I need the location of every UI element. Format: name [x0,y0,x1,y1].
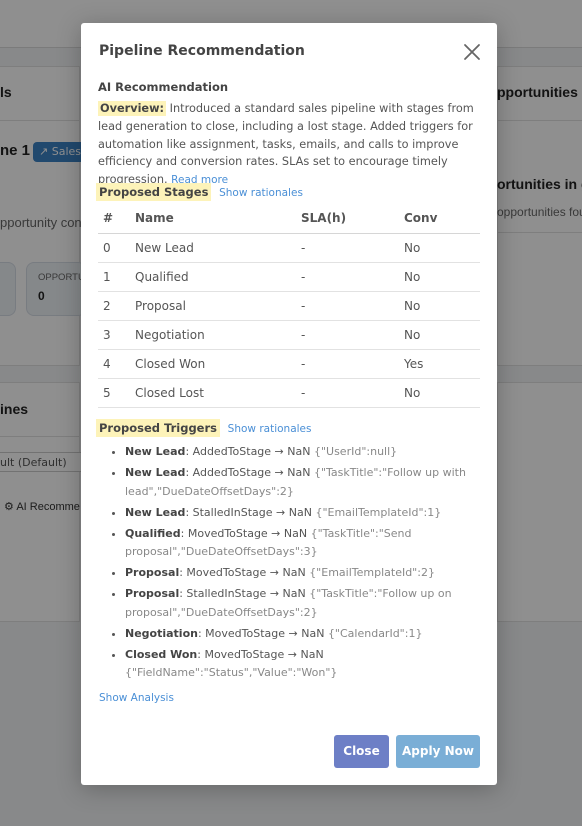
close-icon[interactable] [462,42,482,62]
stage-num: 4 [98,349,130,379]
stage-conv: Yes [399,349,480,379]
stage-sla: - [296,233,399,263]
stage-sla: - [296,291,399,321]
trigger-config: {"UserId":null} [313,445,398,458]
stage-sla: - [296,320,399,350]
proposed-triggers-label: Proposed Triggers [96,419,220,437]
dialog-title: Pipeline Recommendation [99,43,305,59]
list-item: New Lead: AddedToStage → NaN {"UserId":n… [125,443,480,462]
col-header-conv: Conv [399,204,480,234]
stage-name: Closed Won [130,349,296,379]
stage-conv: No [399,320,480,350]
show-rationales-stages-link[interactable]: Show rationales [219,187,303,199]
table-row: 3 Negotiation - No [98,320,480,350]
close-button[interactable]: Close [334,735,389,768]
stage-name: Qualified [130,262,296,292]
stage-conv: No [399,291,480,321]
trigger-stage: Negotiation [125,626,198,640]
show-rationales-triggers-link[interactable]: Show rationales [228,423,312,435]
apply-now-button[interactable]: Apply Now [396,735,480,768]
col-header-num: # [98,204,130,234]
trigger-config: {"EmailTemplateId":2} [309,566,435,579]
pipeline-recommendation-dialog: Pipeline Recommendation AI Recommendatio… [81,23,497,785]
stage-conv: No [399,233,480,263]
trigger-event: MovedToStage → NaN [204,647,324,661]
table-row: 2 Proposal - No [98,291,480,321]
trigger-stage: New Lead [125,445,186,458]
trigger-config: {"CalendarId":1} [327,626,423,640]
trigger-event: AddedToStage → NaN [192,466,311,479]
stage-sla: - [296,349,399,379]
stage-sla: - [296,378,399,408]
stage-conv: No [399,262,480,292]
table-row: 1 Qualified - No [98,262,480,292]
stage-name: New Lead [130,233,296,263]
triggers-list: New Lead: AddedToStage → NaN {"UserId":n… [125,443,480,685]
stage-num: 3 [98,320,130,350]
table-header-row: # Name SLA(h) Conv [98,204,480,234]
trigger-event: MovedToStage → NaN [186,566,306,579]
table-row: 0 New Lead - No [98,233,480,263]
list-item: New Lead: AddedToStage → NaN {"TaskTitle… [125,464,480,501]
stage-num: 2 [98,291,130,321]
trigger-stage: Closed Won [125,647,198,661]
stages-header: Proposed Stages Show rationales [96,183,303,201]
col-header-name: Name [130,204,296,234]
stages-table: # Name SLA(h) Conv 0 New Lead - No 1 Qua… [98,204,480,408]
trigger-event: MovedToStage → NaN [205,626,325,640]
trigger-event: StalledInStage → NaN [186,587,306,600]
trigger-config: {"EmailTemplateId":1} [315,505,442,519]
stage-sla: - [296,262,399,292]
stage-name: Closed Lost [130,378,296,408]
overview-text: Overview: Introduced a standard sales pi… [98,100,484,190]
table-row: 5 Closed Lost - No [98,378,480,408]
triggers-header: Proposed Triggers Show rationales [96,419,312,437]
list-item: Proposal: MovedToStage → NaN {"EmailTemp… [125,564,480,583]
list-item: Proposal: StalledInStage → NaN {"TaskTit… [125,585,480,622]
stage-num: 0 [98,233,130,263]
list-item: Closed Won: MovedToStage → NaN {"FieldNa… [125,646,480,683]
stage-name: Negotiation [130,320,296,350]
list-item: Qualified: MovedToStage → NaN {"TaskTitl… [125,525,480,562]
trigger-stage: New Lead [125,505,186,519]
trigger-stage: Proposal [125,566,180,579]
trigger-stage: Proposal [125,587,180,600]
ai-recommendation-heading: AI Recommendation [98,80,229,94]
list-item: Negotiation: MovedToStage → NaN {"Calend… [125,625,480,644]
trigger-stage: Qualified [125,526,181,540]
stage-num: 5 [98,378,130,408]
trigger-event: MovedToStage → NaN [187,526,308,540]
trigger-stage: New Lead [125,466,186,479]
show-analysis-link[interactable]: Show Analysis [99,692,174,704]
col-header-sla: SLA(h) [296,204,399,234]
proposed-stages-label: Proposed Stages [96,183,212,201]
trigger-event: AddedToStage → NaN [192,445,311,458]
overview-label: Overview: [98,101,167,116]
trigger-config: {"FieldName":"Status","Value":"Won"} [125,666,338,679]
stage-name: Proposal [130,291,296,321]
trigger-event: StalledInStage → NaN [192,505,312,519]
stage-conv: No [399,378,480,408]
list-item: New Lead: StalledInStage → NaN {"EmailTe… [125,504,480,523]
table-row: 4 Closed Won - Yes [98,349,480,379]
stage-num: 1 [98,262,130,292]
